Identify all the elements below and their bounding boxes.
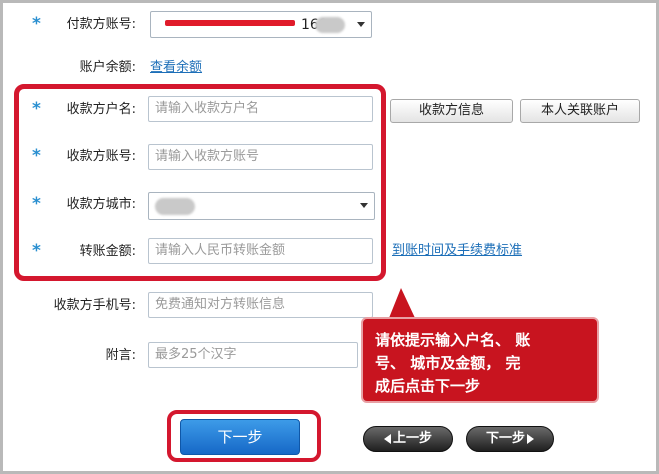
next-step-label: 下一步	[485, 431, 525, 446]
redacted-city	[155, 198, 195, 215]
memo-input[interactable]: 最多25个汉字	[148, 342, 358, 368]
payee-name-label: 收款方户名:	[66, 102, 136, 117]
amount-input[interactable]: 请输入人民币转账金额	[148, 238, 373, 264]
payer-account-label: 付款方账号:	[66, 17, 136, 32]
chevron-down-icon	[357, 22, 365, 27]
memo-label: 附言:	[105, 348, 136, 363]
prev-step-label: 上一步	[392, 431, 432, 446]
payee-phone-input[interactable]: 免费通知对方转账信息	[148, 292, 373, 318]
arrow-left-icon	[383, 433, 391, 444]
view-balance-link[interactable]: 查看余额	[150, 58, 202, 78]
payee-name-input[interactable]: 请输入收款方户名	[148, 96, 373, 122]
payee-phone-label: 收款方手机号:	[53, 298, 136, 313]
payee-city-label: 收款方城市:	[66, 197, 136, 212]
prev-step-button[interactable]: 上一步	[363, 426, 453, 452]
payee-account-label: 收款方账号:	[66, 149, 136, 164]
amount-label: 转账金额:	[79, 244, 136, 259]
next-step-primary-button[interactable]: 下一步	[180, 419, 300, 455]
arrow-right-icon	[527, 433, 534, 444]
linked-accounts-button[interactable]: 本人关联账户	[520, 99, 640, 123]
callout-tail	[389, 288, 415, 318]
redacted-account-number	[165, 20, 295, 26]
callout-line: 号、 城市及金额， 完	[375, 354, 521, 372]
balance-label: 账户余额:	[79, 60, 136, 75]
chevron-down-icon	[360, 203, 368, 208]
callout-line: 请依提示输入户名、 账	[375, 331, 531, 349]
instruction-callout: 请依提示输入户名、 账 号、 城市及金额， 完 成后点击下一步	[361, 317, 599, 403]
payee-city-select[interactable]	[148, 192, 375, 220]
payee-account-input[interactable]: 请输入收款方账号	[148, 144, 373, 170]
payee-info-button[interactable]: 收款方信息	[390, 99, 513, 123]
payer-account-select[interactable]: 169	[150, 11, 372, 38]
next-step-button[interactable]: 下一步	[466, 426, 554, 452]
callout-line: 成后点击下一步	[375, 377, 481, 395]
fee-standard-link[interactable]: 到账时间及手续费标准	[392, 241, 522, 261]
redacted-account-name	[315, 17, 345, 33]
